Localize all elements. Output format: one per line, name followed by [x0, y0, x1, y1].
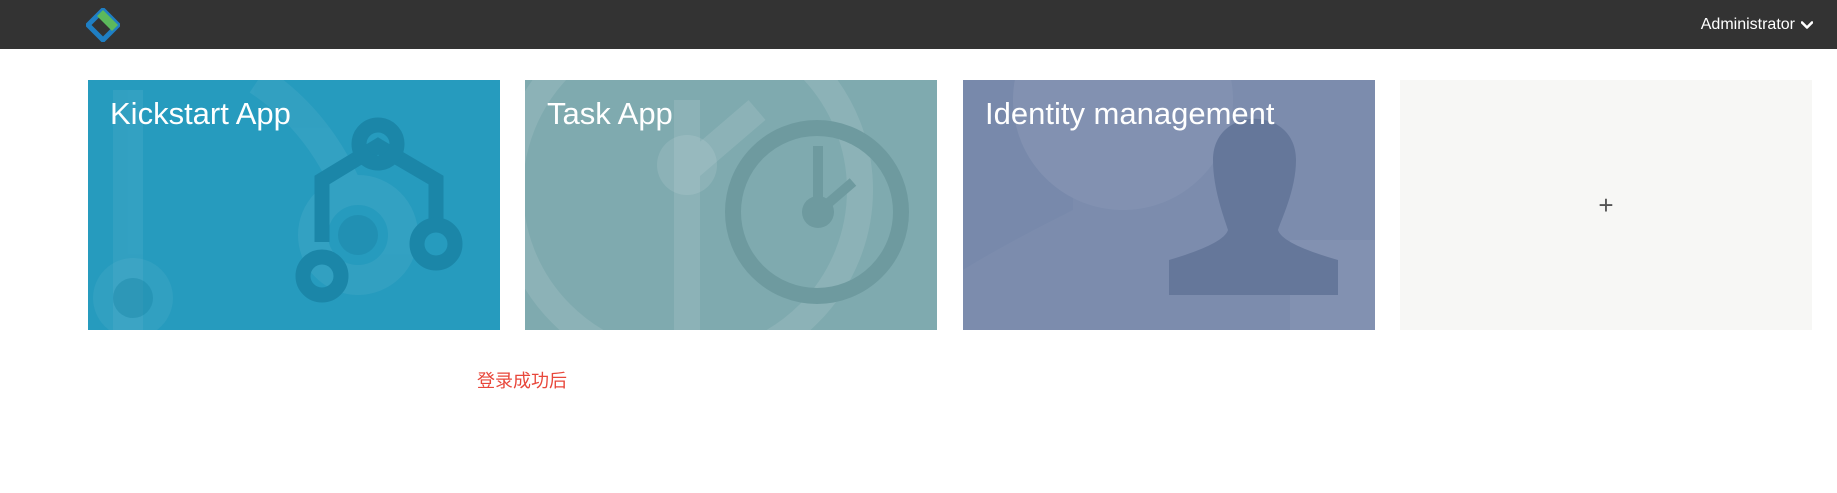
tile-identity-management[interactable]: Identity management — [963, 80, 1375, 330]
user-name: Administrator — [1700, 15, 1795, 33]
top-navbar: Administrator — [0, 0, 1837, 49]
tile-title: Kickstart App — [110, 96, 291, 131]
tile-task-app[interactable]: Task App — [525, 80, 937, 330]
tile-kickstart-app[interactable]: Kickstart App — [88, 80, 500, 330]
plus-icon: + — [1598, 189, 1614, 220]
tile-add-app[interactable]: + — [1400, 80, 1812, 330]
tile-title: Identity management — [985, 96, 1275, 131]
chevron-down-icon — [1801, 20, 1813, 29]
annotation-note: 登录成功后 — [477, 371, 567, 392]
tile-title: Task App — [547, 96, 673, 131]
flowable-diamond-icon[interactable] — [86, 8, 120, 42]
user-menu[interactable]: Administrator — [1701, 0, 1813, 49]
